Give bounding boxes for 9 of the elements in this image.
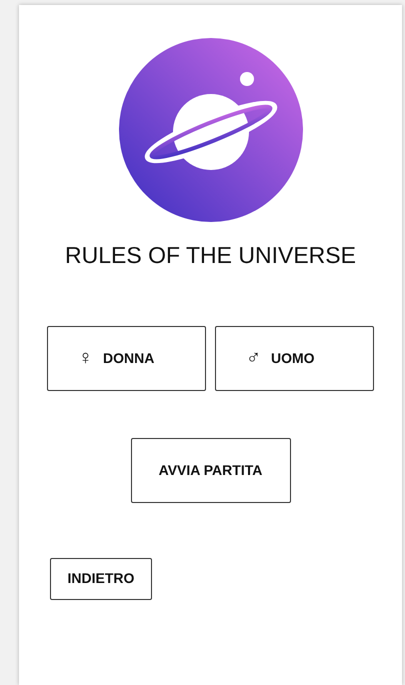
gender-label: UOMO (271, 348, 315, 368)
gender-button[interactable]: ♀ DONNA (47, 326, 206, 391)
gender-button[interactable]: ♂ UOMO (215, 326, 374, 391)
start-game-button[interactable]: AVVIA PARTITA (130, 438, 290, 503)
gender-symbol: ♂ (246, 346, 261, 372)
gender-label: DONNA (103, 348, 154, 368)
app-title: RULES OF THE UNIVERSE (64, 242, 357, 270)
back-button[interactable]: INDIETRO (50, 558, 152, 600)
gender-symbol: ♀ (78, 346, 93, 372)
